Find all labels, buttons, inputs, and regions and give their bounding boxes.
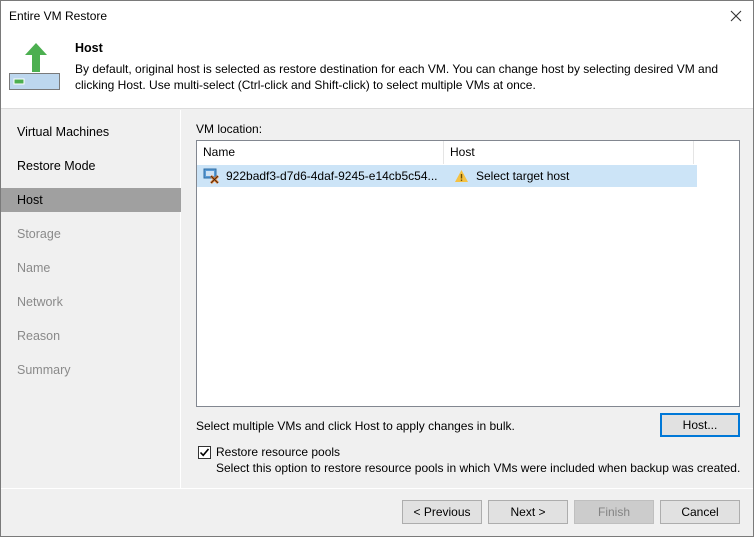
table-row[interactable]: 922badf3-d7d6-4daf-9245-e14cb5c54... Sel…: [197, 165, 697, 187]
vm-location-list[interactable]: Name Host 922badf3-d7d6-4daf-9245-e14cb5…: [196, 140, 740, 407]
list-header: Name Host: [197, 141, 739, 164]
close-x-icon: [730, 10, 742, 22]
restore-upload-icon: [9, 43, 60, 90]
wizard-steps-sidebar: Virtual Machines Restore Mode Host Stora…: [1, 110, 181, 488]
step-title: Host: [75, 41, 103, 55]
vm-name-cell: 922badf3-d7d6-4daf-9245-e14cb5c54...: [226, 169, 438, 183]
restore-resource-pools-checkbox[interactable]: [198, 446, 211, 459]
host-cell: Select target host: [476, 169, 570, 183]
wizard-header: Host By default, original host is select…: [1, 31, 753, 109]
title-bar: Entire VM Restore: [1, 1, 753, 31]
previous-button[interactable]: < Previous: [402, 500, 482, 524]
sidebar-item-storage: Storage: [17, 227, 61, 241]
finish-button: Finish: [574, 500, 654, 524]
sidebar-item-host[interactable]: Host: [1, 188, 181, 212]
host-button[interactable]: Host...: [660, 413, 740, 437]
sidebar-item-restore-mode[interactable]: Restore Mode: [1, 154, 181, 178]
sidebar-item-name: Name: [17, 261, 51, 275]
vm-error-icon: [203, 168, 219, 184]
sidebar-item-network: Network: [17, 295, 63, 309]
column-header-name[interactable]: Name: [197, 141, 444, 164]
sidebar-item-virtual-machines[interactable]: Virtual Machines: [1, 120, 181, 144]
bulk-hint-text: Select multiple VMs and click Host to ap…: [196, 419, 515, 433]
sidebar-item-summary: Summary: [17, 363, 71, 377]
checkmark-icon: [199, 448, 210, 457]
window-title: Entire VM Restore: [9, 9, 108, 23]
cancel-button[interactable]: Cancel: [660, 500, 740, 524]
close-button[interactable]: [725, 5, 747, 27]
column-header-host[interactable]: Host: [444, 141, 694, 164]
restore-resource-pools-label[interactable]: Restore resource pools: [216, 445, 340, 459]
warning-icon: [455, 170, 468, 182]
footer-divider: [1, 488, 753, 489]
entire-vm-restore-dialog: Entire VM Restore Host By default, origi…: [0, 0, 754, 537]
sidebar-item-reason: Reason: [17, 329, 61, 343]
restore-resource-pools-description: Select this option to restore resource p…: [216, 461, 741, 475]
vm-location-label: VM location:: [196, 122, 263, 136]
next-button[interactable]: Next >: [488, 500, 568, 524]
step-description: By default, original host is selected as…: [75, 62, 719, 92]
